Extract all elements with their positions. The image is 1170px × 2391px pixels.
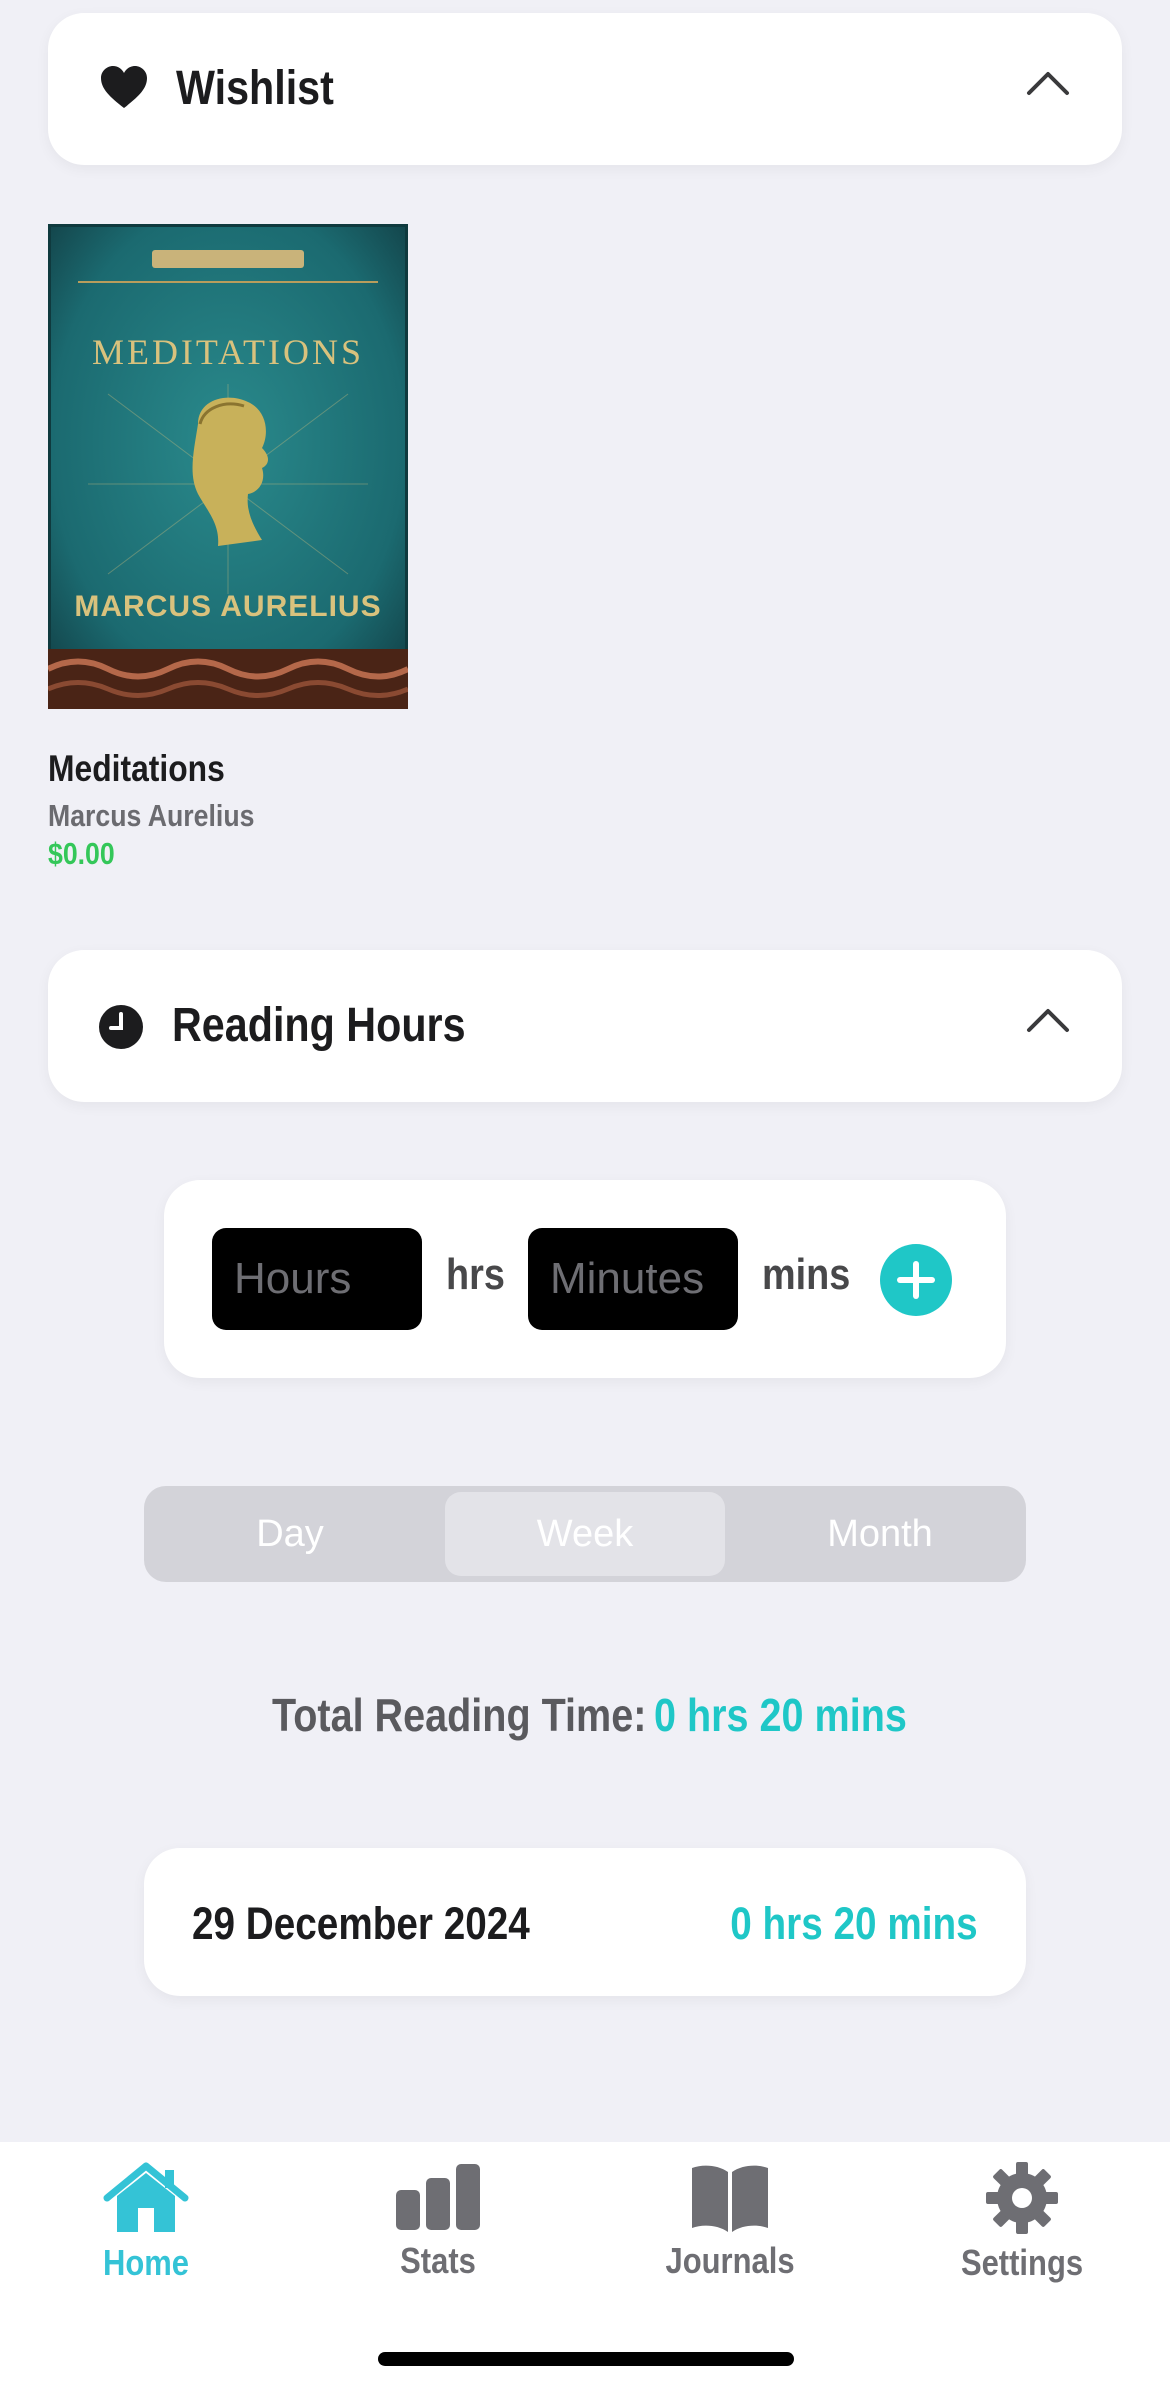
segment-week[interactable]: Week — [445, 1492, 725, 1576]
book-price: $0.00 — [48, 836, 115, 871]
open-book-icon — [692, 2165, 768, 2232]
hours-unit-label: hrs — [446, 1250, 505, 1299]
wishlist-header[interactable]: Wishlist — [48, 13, 1122, 165]
bar-chart-icon — [396, 2164, 480, 2230]
cover-title-text: MEDITATIONS — [92, 332, 364, 372]
wishlist-title: Wishlist — [176, 62, 334, 115]
total-reading-time-label: Total Reading Time: — [272, 1689, 647, 1741]
tab-settings-label: Settings — [960, 2242, 1084, 2283]
add-time-button[interactable] — [880, 1244, 952, 1321]
total-reading-time-value: 0 hrs 20 mins — [654, 1689, 907, 1741]
minutes-input[interactable] — [528, 1228, 738, 1330]
reading-hours-title: Reading Hours — [172, 999, 466, 1052]
reading-log-entry[interactable]: 29 December 2024 0 hrs 20 mins — [144, 1848, 1026, 1996]
time-entry-form: hrs mins — [164, 1180, 1006, 1378]
chevron-up-icon[interactable] — [1026, 1004, 1070, 1039]
heart-icon — [100, 65, 148, 114]
reading-hours-header[interactable]: Reading Hours — [48, 950, 1122, 1102]
tab-settings[interactable]: Settings — [892, 2162, 1152, 2312]
segment-month[interactable]: Month — [740, 1492, 1020, 1576]
tab-journals[interactable]: Journals — [600, 2162, 860, 2312]
tab-journals-label: Journals — [665, 2240, 795, 2281]
hours-input[interactable] — [212, 1228, 422, 1330]
gear-icon — [986, 2162, 1058, 2234]
cover-author-text: MARCUS AURELIUS — [74, 590, 381, 623]
book-cover[interactable]: MEDITATIONS MARCUS AURELIUS — [48, 224, 408, 709]
home-indicator — [378, 2352, 794, 2366]
house-icon — [103, 2162, 189, 2232]
chevron-up-icon[interactable] — [1026, 67, 1070, 102]
tab-home[interactable]: Home — [16, 2162, 276, 2312]
segment-day[interactable]: Day — [150, 1492, 430, 1576]
book-author: Marcus Aurelius — [48, 798, 255, 833]
tab-stats[interactable]: Stats — [308, 2162, 568, 2312]
minutes-unit-label: mins — [762, 1250, 851, 1299]
book-title[interactable]: Meditations — [48, 748, 225, 790]
entry-date: 29 December 2024 — [192, 1898, 530, 1949]
plus-circle-icon — [880, 1244, 952, 1316]
tab-stats-label: Stats — [400, 2240, 476, 2281]
period-segmented-control: Day Week Month — [144, 1486, 1026, 1582]
tab-home-label: Home — [102, 2242, 190, 2283]
entry-duration: 0 hrs 20 mins — [730, 1898, 978, 1949]
clock-icon — [98, 1004, 144, 1055]
